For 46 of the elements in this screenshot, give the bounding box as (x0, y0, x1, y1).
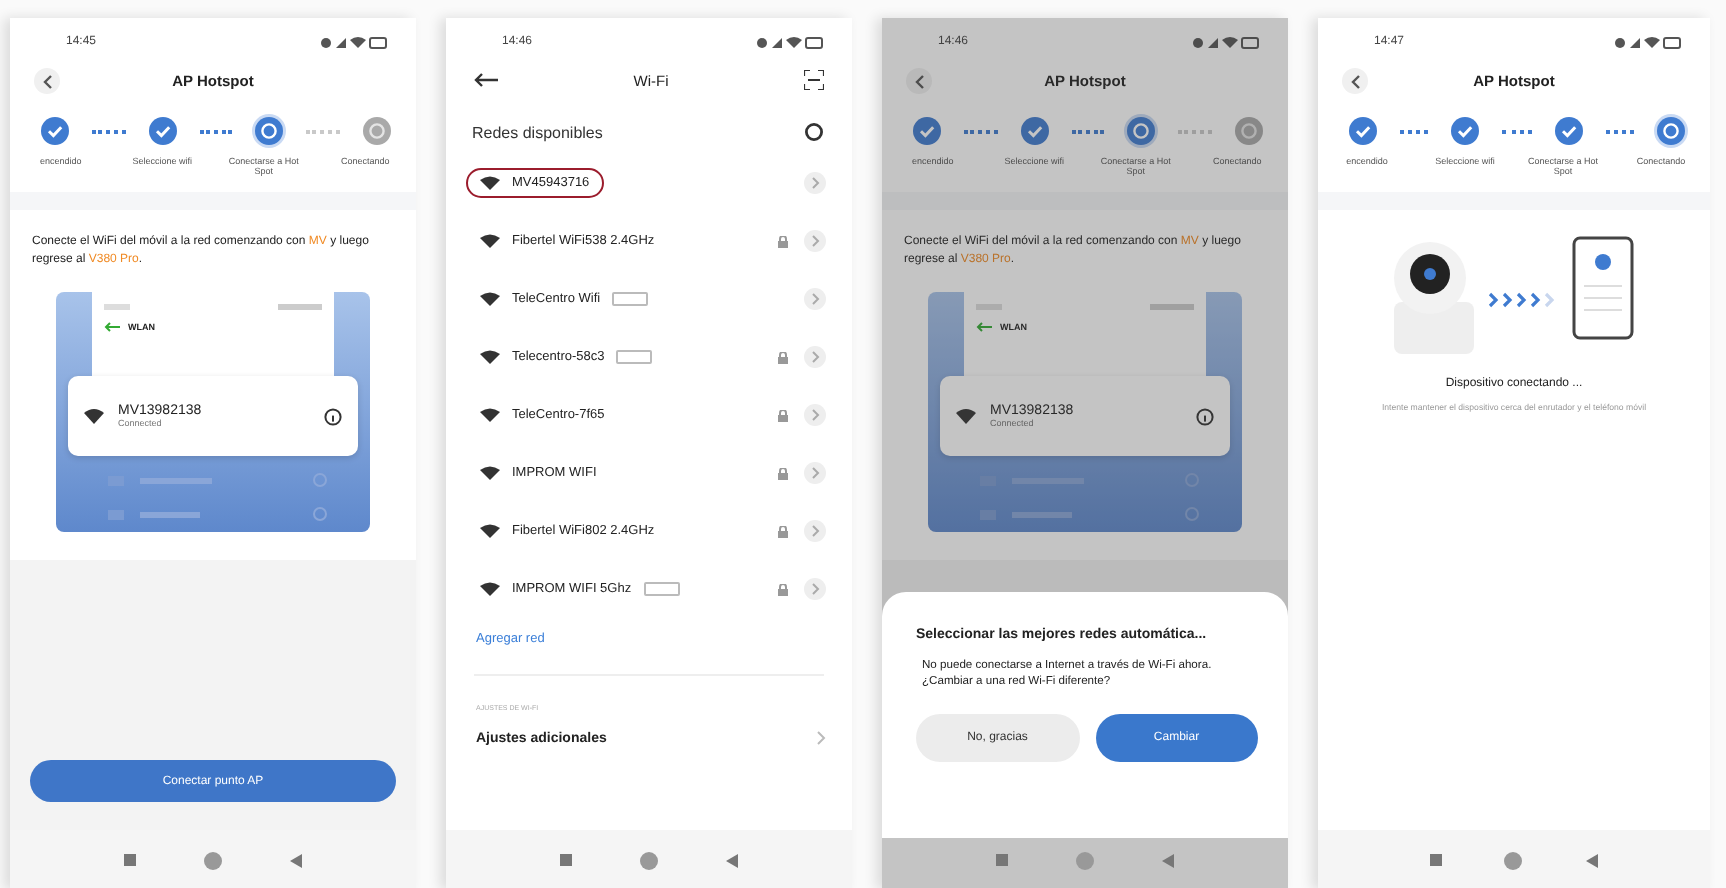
chevron-circle-icon[interactable] (804, 404, 826, 426)
wifi-icon (480, 234, 500, 248)
back-icon[interactable] (726, 853, 738, 867)
wifi-icon (956, 408, 976, 425)
wifi-icon (480, 466, 500, 480)
chevron-left-icon (41, 73, 53, 89)
home-icon[interactable] (204, 851, 222, 869)
chevron-icon (816, 730, 826, 746)
back-button[interactable] (34, 68, 60, 94)
chevron-circle-icon[interactable] (804, 578, 826, 600)
back-icon[interactable] (290, 853, 302, 867)
chevron-left-icon (913, 73, 925, 89)
back-button[interactable] (906, 68, 932, 94)
home-icon[interactable] (1504, 851, 1523, 869)
section-heading: Redes disponibles (472, 123, 603, 141)
scan-icon[interactable] (804, 70, 824, 90)
chevron-circle-icon[interactable] (804, 462, 826, 484)
chevron-circle-icon[interactable] (804, 230, 826, 252)
refresh-icon[interactable] (804, 122, 824, 142)
wifi-icon (480, 350, 500, 364)
back-icon[interactable] (1586, 853, 1599, 867)
status-icons-drawing (756, 35, 824, 49)
back-arrow-icon (976, 322, 992, 333)
wifi-icon (480, 524, 500, 538)
status-icons-drawing (1614, 35, 1682, 49)
back-icon[interactable] (1162, 853, 1174, 867)
back-button[interactable] (1342, 68, 1368, 94)
home-icon[interactable] (640, 851, 658, 869)
chevron-circle-icon[interactable] (804, 346, 826, 368)
chevron-circle-icon[interactable] (804, 172, 826, 194)
chevron-circle-icon[interactable] (804, 520, 826, 542)
info-icon (1196, 407, 1214, 426)
wifi-icon (480, 408, 500, 422)
wifi-icon (84, 408, 104, 425)
status-icons-drawing (320, 35, 388, 49)
wifi-icon (480, 176, 500, 190)
back-arrow-icon (104, 322, 120, 333)
status-icons-drawing (1192, 35, 1260, 49)
wifi-icon (480, 292, 500, 306)
chevron-circle-icon[interactable] (804, 288, 826, 310)
back-arrow-icon[interactable] (474, 72, 498, 88)
wifi-icon (480, 582, 500, 596)
info-icon (324, 407, 342, 426)
recent-apps-icon[interactable] (1429, 854, 1442, 866)
home-icon[interactable] (1076, 851, 1094, 869)
chevron-left-icon (1349, 73, 1361, 89)
